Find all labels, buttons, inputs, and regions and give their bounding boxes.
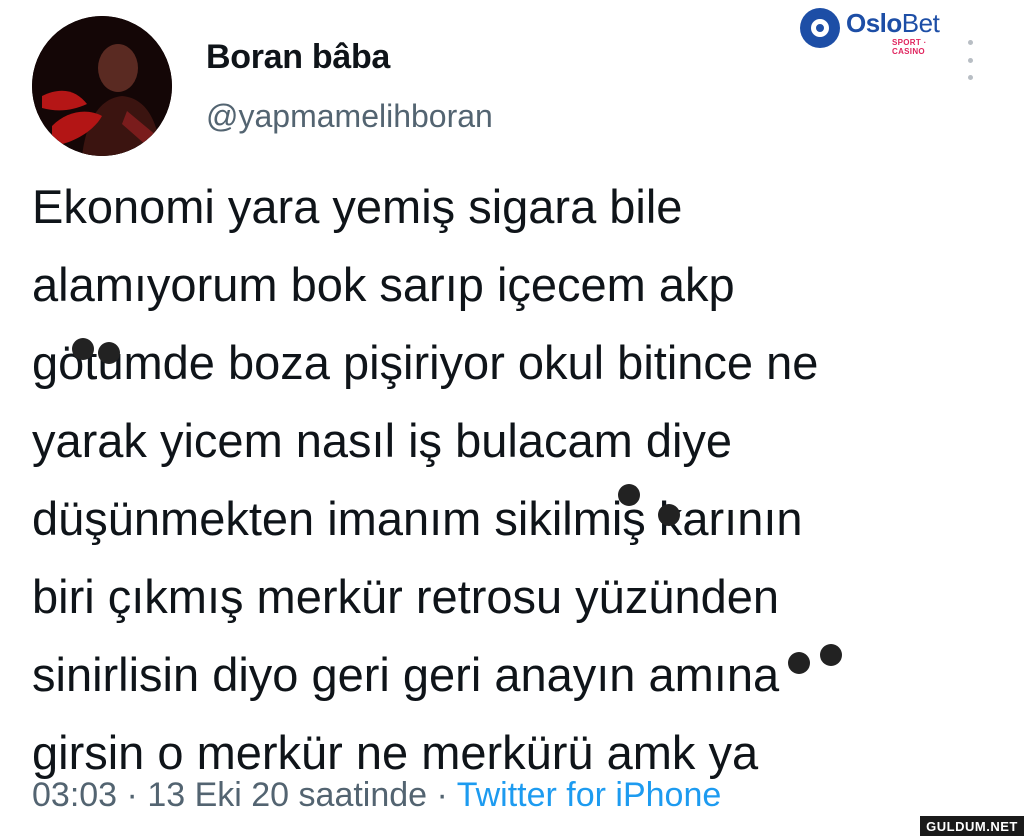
display-name[interactable]: Boran bâba bbox=[206, 38, 390, 77]
brand-tagline: SPORT · CASINO bbox=[892, 38, 927, 56]
avatar[interactable] bbox=[32, 16, 172, 156]
tweet-text: Ekonomi yara yemiş sigara bile alamıyoru… bbox=[32, 168, 1002, 792]
meta-separator: · bbox=[436, 776, 448, 814]
meta-separator: · bbox=[126, 776, 138, 814]
censor-dot bbox=[820, 644, 842, 666]
tweet-line: götümde boza pişiriyor okul bitince ne bbox=[32, 336, 819, 389]
censor-dot bbox=[618, 484, 640, 506]
tweet-card: Boran bâba @yapmamelihboran OsloBet SPOR… bbox=[0, 0, 1024, 836]
watermark: GULDUM.NET bbox=[920, 816, 1024, 836]
brand-name: OsloBet bbox=[846, 8, 940, 39]
censor-dot bbox=[72, 338, 94, 360]
censor-dot bbox=[788, 652, 810, 674]
brand-name-bold: Oslo bbox=[846, 8, 902, 38]
tweet-line: biri çıkmış merkür retrosu yüzünden bbox=[32, 570, 780, 623]
tweet-line: Ekonomi yara yemiş sigara bile bbox=[32, 180, 683, 233]
user-handle[interactable]: @yapmamelihboran bbox=[206, 98, 493, 135]
tweet-line: yarak yicem nasıl iş bulacam diye bbox=[32, 414, 733, 467]
tweet-line: düşünmekten imanım sikilmiş karının bbox=[32, 492, 803, 545]
brand-overlay: OsloBet SPORT · CASINO bbox=[800, 8, 960, 56]
tweet-time[interactable]: 03:03 bbox=[32, 776, 117, 814]
tweet-date[interactable]: 13 Eki 20 saatinde bbox=[147, 776, 427, 814]
tweet-source-link[interactable]: Twitter for iPhone bbox=[457, 776, 722, 814]
tweet-meta: 03:03 · 13 Eki 20 saatinde · Twitter for… bbox=[32, 776, 721, 815]
tweet-line: sinirlisin diyo geri geri anayın amına bbox=[32, 648, 780, 701]
brand-name-rest: Bet bbox=[901, 8, 940, 38]
avatar-photo-icon bbox=[32, 16, 172, 156]
censor-dot bbox=[658, 504, 680, 526]
censor-dot bbox=[98, 342, 120, 364]
oslobet-logo-icon bbox=[800, 8, 840, 48]
more-vertical-icon[interactable] bbox=[962, 40, 978, 80]
tweet-line: alamıyorum bok sarıp içecem akp bbox=[32, 258, 735, 311]
